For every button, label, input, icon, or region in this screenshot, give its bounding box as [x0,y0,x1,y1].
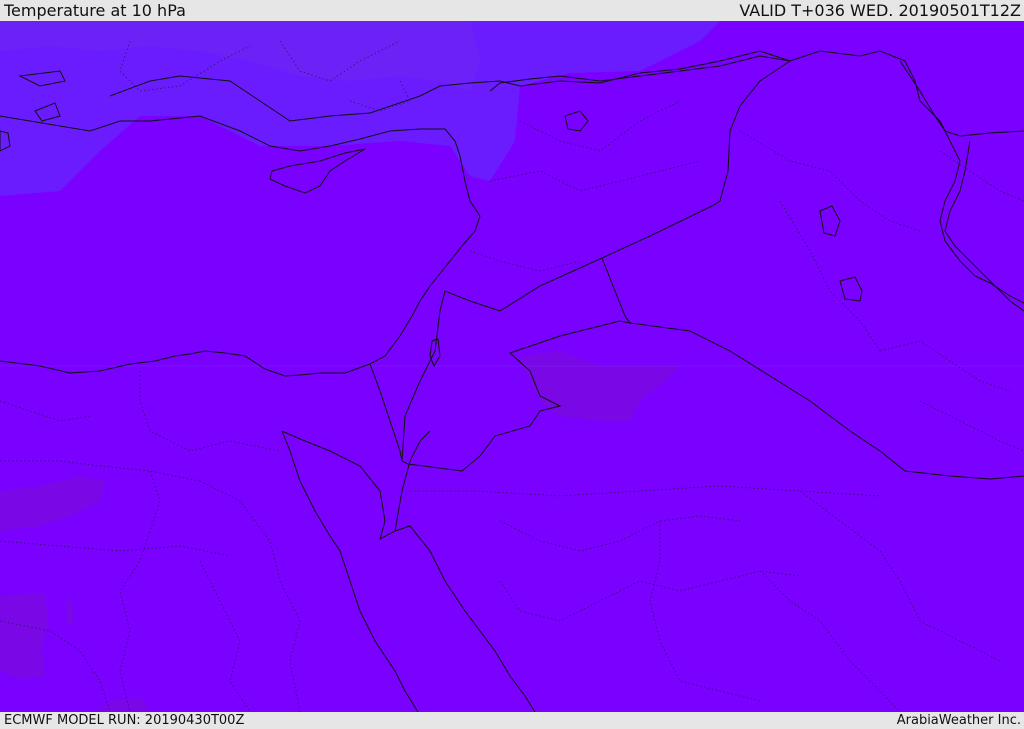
title-bar: Temperature at 10 hPa VALID T+036 WED. 2… [0,0,1024,21]
map-title: Temperature at 10 hPa [4,1,186,20]
map-canvas[interactable] [0,21,1024,712]
temperature-field-warm-patch-sudan [0,593,48,679]
model-run-label: ECMWF MODEL RUN: 20190430T00Z [4,713,245,728]
map-frame: Temperature at 10 hPa VALID T+036 WED. 2… [0,0,1024,729]
valid-time-label: VALID T+036 WED. 20190501T12Z [739,1,1021,20]
credit-label: ArabiaWeather Inc. [896,713,1021,728]
footer-bar: ECMWF MODEL RUN: 20190430T00Z ArabiaWeat… [0,712,1024,729]
map-svg [0,21,1024,712]
